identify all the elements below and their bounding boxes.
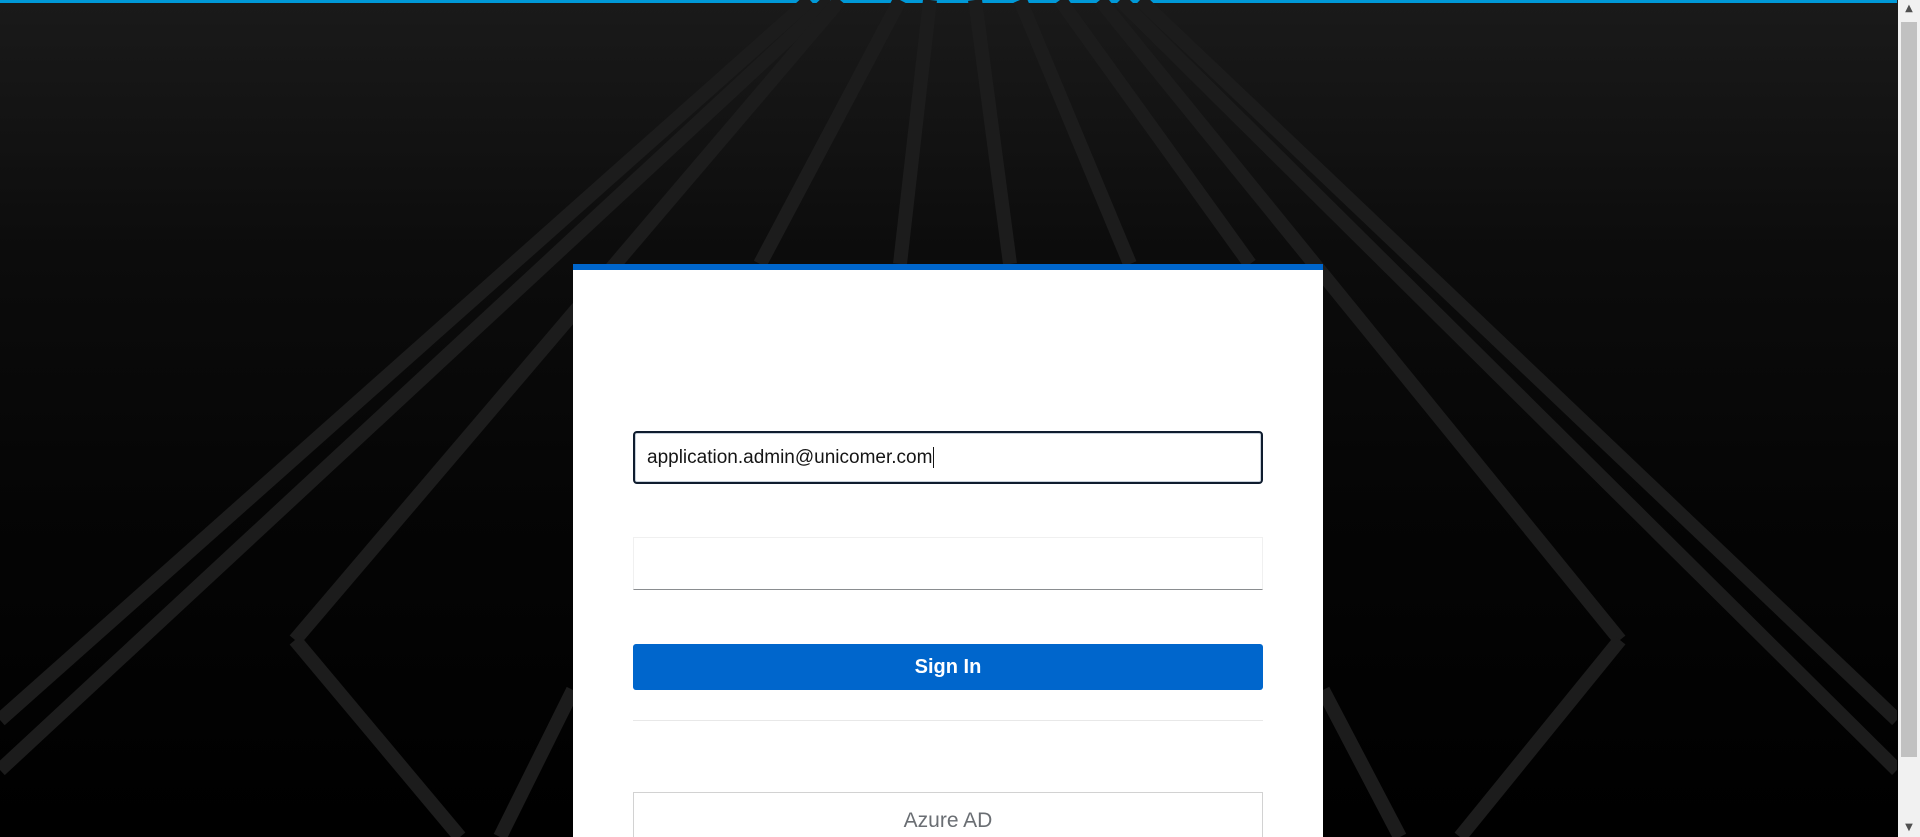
azure-ad-button[interactable]: Azure AD <box>633 792 1263 837</box>
text-caret <box>933 447 935 468</box>
password-field[interactable] <box>633 537 1263 590</box>
divider <box>633 720 1263 721</box>
username-value: application.admin@unicomer.com <box>647 446 933 468</box>
vertical-scrollbar[interactable]: ▲ ▼ <box>1898 0 1920 837</box>
username-field[interactable]: application.admin@unicomer.com <box>633 431 1263 484</box>
scrollbar-thumb[interactable] <box>1901 22 1917 757</box>
login-card: application.admin@unicomer.com Sign In A… <box>573 264 1323 837</box>
scroll-up-arrow-icon[interactable]: ▲ <box>1898 0 1920 18</box>
login-page: application.admin@unicomer.com Sign In A… <box>0 0 1920 837</box>
azure-ad-label: Azure AD <box>903 809 993 832</box>
sign-in-label: Sign In <box>914 655 982 678</box>
sign-in-button[interactable]: Sign In <box>633 644 1263 690</box>
scroll-down-arrow-icon[interactable]: ▼ <box>1898 819 1920 837</box>
